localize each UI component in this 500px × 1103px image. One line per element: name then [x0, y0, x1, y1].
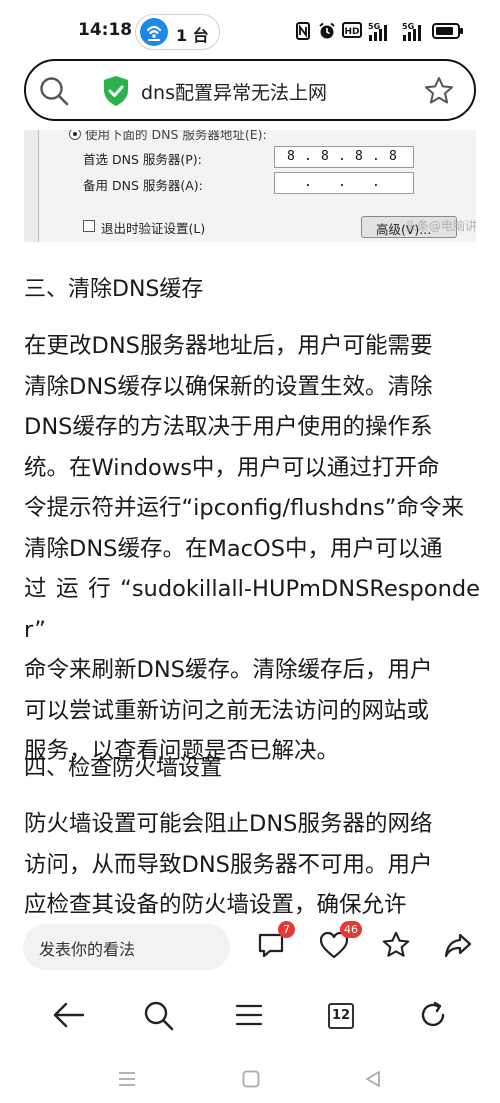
image-watermark: 头条@电脑讲解: [405, 219, 476, 233]
paragraph-line: 防火墙设置可能会阻止DNS服务器的网络: [24, 811, 433, 837]
signal-5g-icon-2: 5G: [402, 22, 421, 41]
paragraph-line: 清除DNS缓存。在MacOS中，用户可以通: [24, 535, 443, 562]
back-button[interactable]: [51, 1000, 85, 1034]
bookmark-star-icon[interactable]: [423, 75, 455, 111]
search-button[interactable]: [143, 1000, 175, 1036]
star-icon: [382, 931, 410, 957]
svg-text:HD: HD: [344, 27, 359, 37]
svg-text:5G: 5G: [402, 22, 414, 31]
share-button[interactable]: [443, 930, 473, 964]
arrow-left-icon: [53, 1002, 85, 1028]
hotspot-device-count: 1 台: [176, 26, 209, 45]
paragraph-line: 统。在Windows中，用户可以通过打开命: [24, 454, 440, 481]
comment-input[interactable]: 发表你的看法: [23, 924, 230, 970]
search-query-text[interactable]: dns配置异常无法上网: [141, 78, 327, 105]
comment-placeholder: 发表你的看法: [39, 940, 136, 959]
refresh-button[interactable]: [418, 1000, 448, 1034]
share-icon: [444, 933, 472, 958]
system-back-button[interactable]: [364, 1070, 382, 1092]
recent-apps-button[interactable]: [118, 1070, 136, 1092]
paragraph-line: 在更改DNS服务器地址后，用户可能需要: [24, 333, 433, 359]
status-bar: 14:18 1 台 HD 5G 5G: [0, 0, 500, 62]
hotspot-indicator[interactable]: 1 台: [135, 14, 220, 50]
triangle-back-icon: [366, 1071, 380, 1087]
search-icon[interactable]: [38, 75, 70, 111]
search-bar[interactable]: dns配置异常无法上网: [24, 59, 476, 121]
section-paragraph-check-firewall: 防火墙设置可能会阻止DNS服务器的网络 访问，从而导致DNS服务器不可用。用户 应检…: [24, 804, 480, 918]
home-button[interactable]: [242, 1070, 260, 1092]
shield-check-icon: [102, 75, 130, 111]
paragraph-line: 过 运 行 “sudokillall-HUPmDNSResponder”: [24, 576, 480, 643]
hd-icon: HD: [342, 22, 362, 38]
status-time: 14:18: [78, 20, 133, 40]
menu-icon: [235, 1004, 263, 1026]
paragraph-line: 令提示符并运行“ipconfig/flushdns”命令来: [24, 495, 464, 521]
browser-toolbar: 12: [0, 976, 500, 1058]
refresh-icon: [421, 1001, 445, 1027]
radio-icon: [69, 130, 81, 140]
preferred-dns-field: 8 . 8 . 8 . 8: [274, 146, 414, 168]
tabs-button[interactable]: 12: [328, 1003, 354, 1029]
comment-bar: 发表你的看法 7 46: [0, 918, 500, 976]
favorite-button[interactable]: [381, 930, 411, 964]
paragraph-line: 清除DNS缓存以确保新的设置生效。清除: [24, 373, 433, 400]
system-navigation-bar: [0, 1058, 500, 1103]
search-icon: [144, 1001, 174, 1031]
comment-count-badge: 7: [278, 921, 295, 938]
alternate-dns-field: . . .: [274, 172, 414, 194]
section-heading-check-firewall: 四、检查防火墙设置: [24, 756, 223, 781]
section-paragraph-clear-dns-cache: 在更改DNS服务器地址后，用户可能需要 清除DNS缓存以确保新的设置生效。清除 DN…: [24, 326, 480, 772]
article-content[interactable]: 使用下面的 DNS 服务器地址(E): 首选 DNS 服务器(P): 8 . 8…: [0, 130, 500, 918]
nfc-icon: [296, 22, 310, 40]
paragraph-line: 访问，从而导致DNS服务器不可用。用户: [24, 851, 433, 878]
like-count-badge: 46: [340, 921, 362, 938]
paragraph-line: 可以尝试重新访问之前无法访问的网站或: [24, 697, 430, 724]
paragraph-line: 应检查其设备的防火墙设置，确保允许: [24, 892, 407, 918]
svg-text:5G: 5G: [368, 22, 380, 31]
checkbox-icon: [83, 220, 95, 232]
alarm-icon: [319, 22, 335, 39]
square-icon: [242, 1070, 260, 1088]
paragraph-line: DNS缓存的方法取决于用户使用的操作系: [24, 414, 433, 440]
battery-icon: [432, 23, 463, 39]
article-image-dns-settings[interactable]: 使用下面的 DNS 服务器地址(E): 首选 DNS 服务器(P): 8 . 8…: [24, 130, 476, 242]
menu-lines-icon: [119, 1072, 135, 1086]
hotspot-icon: [140, 18, 168, 46]
section-heading-clear-dns-cache: 三、清除DNS缓存: [24, 277, 204, 302]
signal-5g-icon-1: 5G: [368, 22, 387, 41]
dns-dialog-screenshot: 使用下面的 DNS 服务器地址(E): 首选 DNS 服务器(P): 8 . 8…: [38, 130, 476, 242]
paragraph-line: 命令来刷新DNS缓存。清除缓存后，用户: [24, 657, 433, 683]
menu-button[interactable]: [235, 1000, 263, 1034]
